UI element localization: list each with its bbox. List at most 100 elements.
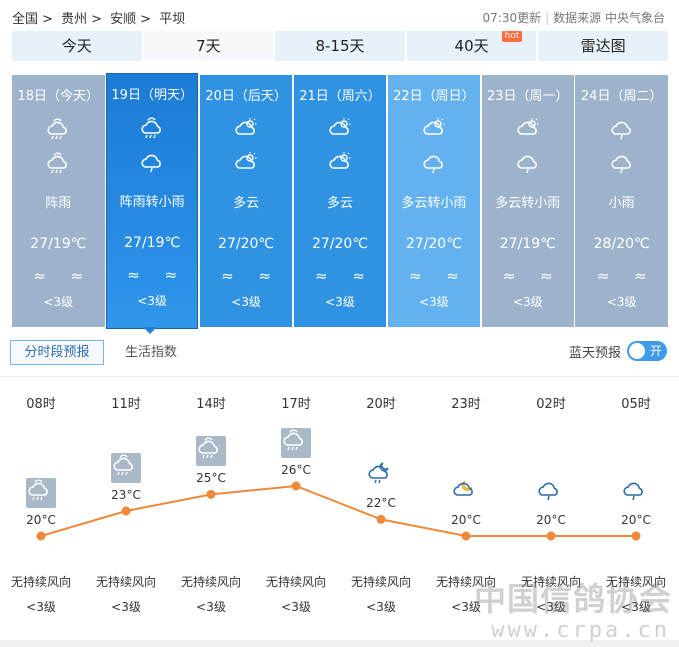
rain-icon xyxy=(609,151,635,175)
partly-cloudy-icon xyxy=(421,117,447,141)
top-bar: 全国 > 贵州 > 安顺 > 平坝 07:30更新 | 数据来源 中央气象台 xyxy=(0,0,679,30)
day-card[interactable]: 23日（周一） 多云转小雨 27/19℃ ≈ ≈ <3级 xyxy=(481,75,575,327)
hour-temperature: 20°C xyxy=(536,513,566,527)
day-condition: 阵雨转小雨 xyxy=(119,195,185,210)
rain-icon xyxy=(515,151,541,175)
tab-3[interactable]: 40天 hot xyxy=(406,31,537,61)
blue-sky-forecast: 蓝天预报 开 xyxy=(569,340,667,362)
wind-direction-icon: ≈ ≈ xyxy=(315,267,375,285)
hour-time: 23时 xyxy=(451,397,481,412)
day-temperature: 27/19℃ xyxy=(499,236,556,252)
tab-life-index[interactable]: 生活指数 xyxy=(125,340,177,365)
wind-level: <3级 xyxy=(137,294,168,308)
day-condition: 多云转小雨 xyxy=(401,196,467,211)
day-card[interactable]: 20日（后天） 多云 27/20℃ ≈ ≈ <3级 xyxy=(199,75,293,327)
temperature-point xyxy=(291,481,301,491)
day-temperature: 27/20℃ xyxy=(405,236,462,252)
day-temperature: 27/19℃ xyxy=(124,235,181,251)
hour-time: 11时 xyxy=(111,397,141,412)
update-time: 07:30更新 xyxy=(482,11,542,25)
day-condition: 多云 xyxy=(233,196,260,211)
hour-wind-level: <3级 xyxy=(26,600,56,614)
day-card[interactable]: 24日（周二） 小雨 28/20℃ ≈ ≈ <3级 xyxy=(575,75,668,327)
wind-direction-icon: ≈ ≈ xyxy=(221,267,282,285)
hour-wind-level: <3级 xyxy=(111,600,141,614)
hour-time: 20时 xyxy=(366,397,396,412)
hour-wind-direction: 无持续风向 xyxy=(350,575,411,589)
day-temperature: 28/20℃ xyxy=(593,236,650,252)
temperature-point xyxy=(36,531,46,541)
day-condition: 多云转小雨 xyxy=(495,196,561,211)
breadcrumb-item[interactable]: 安顺 xyxy=(110,12,136,27)
wind-level: <3级 xyxy=(606,295,637,309)
hour-wind-direction: 无持续风向 xyxy=(265,575,326,589)
hour-wind-direction: 无持续风向 xyxy=(520,575,581,589)
rain-icon xyxy=(609,117,635,141)
temperature-point xyxy=(631,531,641,541)
blue-sky-toggle[interactable]: 开 xyxy=(627,341,667,361)
day-card[interactable]: 19日（明天） 阵雨转小雨 27/19℃ ≈ ≈ <3级 xyxy=(105,73,199,329)
day-card[interactable]: 18日（今天） 阵雨 27/19℃ ≈ ≈ <3级 xyxy=(12,75,105,327)
tab-hourly-forecast[interactable]: 分时段预报 xyxy=(10,340,104,365)
day-date: 18日（今天） xyxy=(17,89,100,104)
wind-direction-icon: ≈ ≈ xyxy=(127,266,188,284)
hour-wind-level: <3级 xyxy=(281,600,311,614)
day-condition: 阵雨 xyxy=(45,196,72,211)
wind-direction-icon: ≈ ≈ xyxy=(33,267,94,285)
day-date: 20日（后天） xyxy=(205,89,287,104)
hour-wind-direction: 无持续风向 xyxy=(180,575,241,589)
day-condition: 多云 xyxy=(326,196,353,211)
hour-temperature: 22°C xyxy=(366,496,396,511)
hour-temperature: 20°C xyxy=(451,513,481,527)
partly-cloudy-icon xyxy=(515,117,541,141)
wind-direction-icon: ≈ ≈ xyxy=(408,267,469,285)
toggle-label: 开 xyxy=(649,344,662,358)
hot-badge: hot xyxy=(501,31,523,42)
shower-icon xyxy=(111,453,141,483)
shower-icon xyxy=(45,117,71,141)
hour-temperature: 25°C xyxy=(196,471,226,486)
hour-wind-direction: 无持续风向 xyxy=(435,575,496,589)
partly-cloudy-icon xyxy=(327,117,353,141)
rain-icon xyxy=(139,150,165,174)
partly-cloudy-icon xyxy=(233,151,259,175)
tab-1[interactable]: 7天 xyxy=(143,31,274,61)
temperature-point xyxy=(121,506,131,516)
temperature-point xyxy=(546,531,556,541)
hour-time: 08时 xyxy=(26,397,56,412)
partly-cloudy-icon xyxy=(327,151,353,175)
forecast-tabs: 今天 7天 8-15天 40天 hot 雷达图 xyxy=(12,31,668,61)
hour-temperature: 20°C xyxy=(26,513,56,527)
data-source: 数据来源 中央气象台 xyxy=(553,11,665,25)
rain-icon xyxy=(621,478,651,508)
hour-temperature: 20°C xyxy=(621,513,651,527)
tab-label: 雷达图 xyxy=(580,37,626,55)
shower-icon xyxy=(281,428,311,458)
day-date: 24日（周二） xyxy=(580,89,663,104)
hour-temperature: 26°C xyxy=(281,463,311,477)
hour-wind-level: <3级 xyxy=(451,600,481,614)
hour-wind-direction: 无持续风向 xyxy=(10,575,71,589)
wind-level: <3级 xyxy=(231,295,261,309)
day-card[interactable]: 21日（周六） 多云 27/20℃ ≈ ≈ <3级 xyxy=(293,75,387,327)
hour-wind-direction: 无持续风向 xyxy=(605,575,666,589)
day-temperature: 27/19℃ xyxy=(30,236,87,252)
day-date: 21日（周六） xyxy=(299,89,381,104)
hour-time: 02时 xyxy=(536,397,566,412)
toggle-knob xyxy=(629,343,645,359)
shower-icon xyxy=(196,436,226,467)
hourly-forecast: 08时 20°C 无持续风向 <3级 11时 23°C 无持续风向 <3级 14时 25°C 无持续… xyxy=(0,377,679,637)
day-card[interactable]: 22日（周日） 多云转小雨 27/20℃ ≈ ≈ <3级 xyxy=(387,75,481,327)
tab-0[interactable]: 今天 xyxy=(12,31,142,61)
day-temperature: 27/20℃ xyxy=(311,236,369,252)
night-cloudy-icon xyxy=(451,478,481,508)
night-shower-icon xyxy=(366,461,396,491)
hour-time: 17时 xyxy=(281,397,311,412)
temperature-point xyxy=(206,489,216,499)
tab-4[interactable]: 雷达图 xyxy=(538,31,668,61)
breadcrumb-item: 平坝 xyxy=(159,12,186,27)
hour-wind-level: <3级 xyxy=(366,600,396,614)
tab-2[interactable]: 8-15天 xyxy=(275,31,405,61)
breadcrumb-item[interactable]: 贵州 xyxy=(61,12,87,27)
breadcrumb-item[interactable]: 全国 xyxy=(12,12,38,27)
